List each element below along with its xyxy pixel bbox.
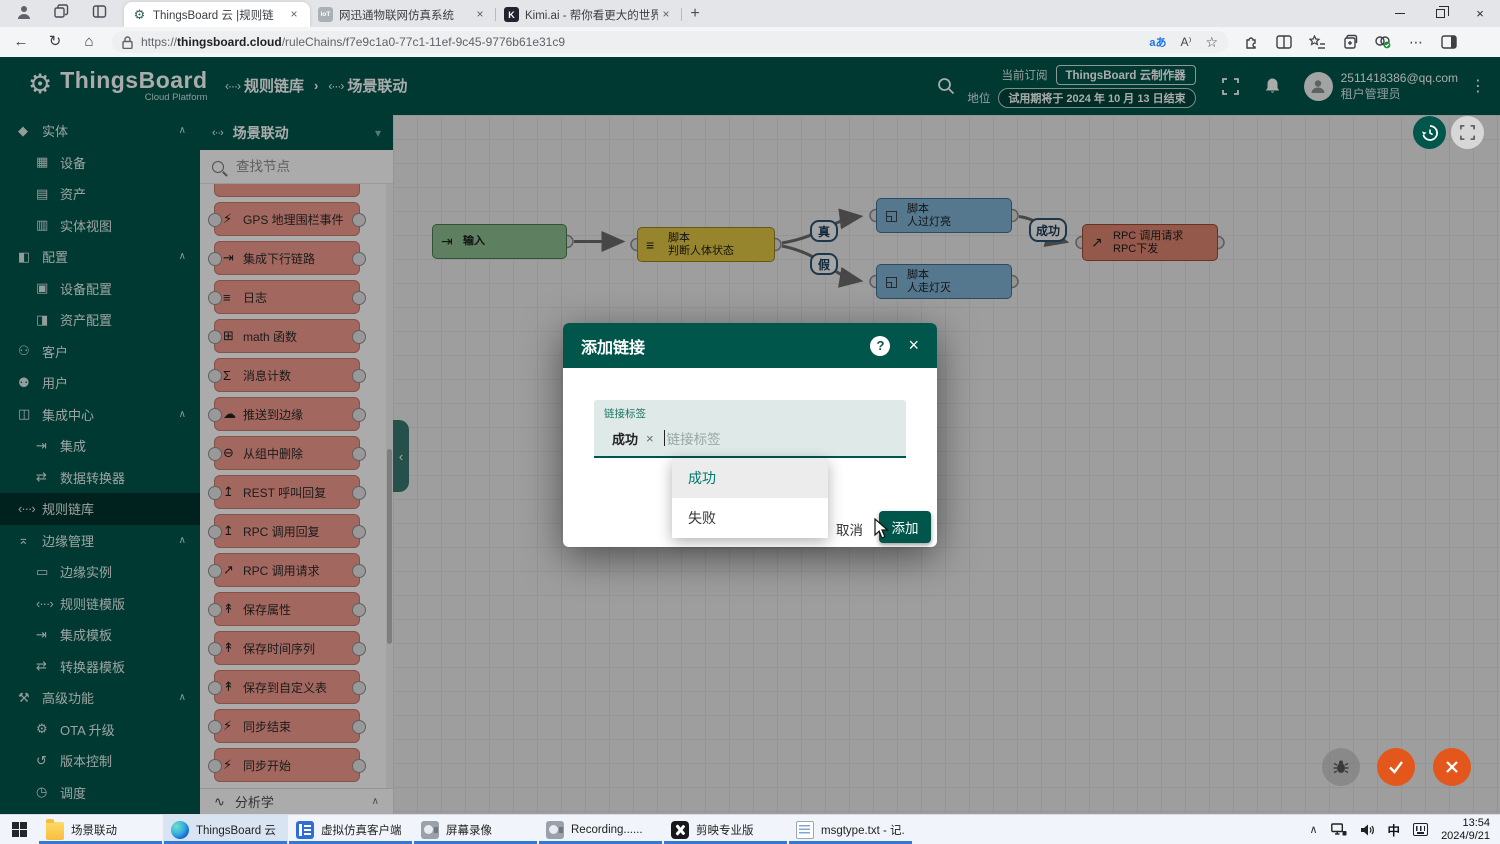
home-icon[interactable]: ⌂ xyxy=(76,29,102,55)
restore-button[interactable] xyxy=(1420,0,1460,27)
taskbar-item-label: 剪映专业版 xyxy=(696,822,754,838)
browser-tab[interactable]: K Kimi.ai - 帮你看更大的世界 × xyxy=(496,2,682,27)
dialog-header: 添加链接 ? × xyxy=(563,323,937,368)
canvas-fullscreen-button[interactable] xyxy=(1451,116,1484,149)
network-icon[interactable] xyxy=(1331,823,1347,837)
browser-nav-bar: ← ↻ ⌂ https://thingsboard.cloud/ruleChai… xyxy=(0,27,1500,57)
favorites-bar-icon[interactable] xyxy=(1308,33,1326,51)
field-placeholder: 链接标签 xyxy=(667,428,721,448)
new-tab-button[interactable]: + xyxy=(682,1,708,27)
tab-favicon: IoT xyxy=(318,7,333,22)
tab-title: Kimi.ai - 帮你看更大的世界 xyxy=(525,7,658,23)
taskbar-item[interactable]: Recording...... xyxy=(538,815,663,844)
field-label: 链接标签 xyxy=(604,406,646,421)
split-screen-icon[interactable] xyxy=(1275,33,1293,51)
sidebar-toggle-icon[interactable] xyxy=(1440,33,1458,51)
translate-icon[interactable]: aあ xyxy=(1149,34,1166,50)
taskbar-item-label: msgtype.txt - 记... xyxy=(821,822,905,838)
taskbar-item-label: 场景联动 xyxy=(71,822,117,838)
link-label-chip[interactable]: 成功 xyxy=(612,429,638,448)
tab-close-icon[interactable]: × xyxy=(472,7,488,23)
mouse-cursor xyxy=(874,518,890,540)
profile-icon[interactable] xyxy=(16,4,34,22)
tab-favicon: K xyxy=(504,7,519,22)
tab-close-icon[interactable]: × xyxy=(658,7,674,23)
help-icon[interactable]: ? xyxy=(870,336,890,356)
taskbar-item-label: ThingsBoard 云 |... xyxy=(196,822,280,838)
browser-toolbar-icons: ⋯ xyxy=(1242,33,1458,51)
taskbar-app-icon xyxy=(671,821,689,839)
back-icon[interactable]: ← xyxy=(8,29,34,55)
tab-close-icon[interactable]: × xyxy=(286,7,302,23)
browser-tab[interactable]: IoT 网迅通物联网仿真系统 × xyxy=(310,2,496,27)
taskbar-item[interactable]: 屏幕录像 xyxy=(413,815,538,844)
taskbar-app-icon xyxy=(796,821,814,839)
workspaces-icon[interactable] xyxy=(54,4,72,22)
tray-date: 2024/9/21 xyxy=(1441,830,1490,843)
discard-changes-button[interactable] xyxy=(1433,748,1471,786)
tray-time: 13:54 xyxy=(1441,817,1490,830)
refresh-icon[interactable]: ↻ xyxy=(42,29,68,55)
favorite-star-icon[interactable]: ☆ xyxy=(1205,34,1218,51)
browser-tab-strip: ⚙ ThingsBoard 云 |规则链 × IoT 网迅通物联网仿真系统 × … xyxy=(0,0,1500,27)
taskbar-item-label: 虚拟仿真客户端 (... xyxy=(321,822,405,838)
history-button[interactable] xyxy=(1413,116,1446,149)
volume-icon[interactable] xyxy=(1360,823,1375,837)
link-label-dropdown: 成功 失败 xyxy=(672,458,828,538)
close-window-button[interactable]: × xyxy=(1460,0,1500,27)
more-menu-icon[interactable]: ⋯ xyxy=(1407,33,1425,51)
close-icon[interactable]: × xyxy=(908,335,919,356)
apply-changes-button[interactable] xyxy=(1377,748,1415,786)
url-text: https://thingsboard.cloud/ruleChains/f7e… xyxy=(141,35,1149,49)
windows-logo-icon xyxy=(12,822,27,837)
taskbar-app-icon xyxy=(546,821,564,839)
extensions-icon[interactable] xyxy=(1242,33,1260,51)
browser-tab[interactable]: ⚙ ThingsBoard 云 |规则链 × xyxy=(124,2,310,27)
collections-icon[interactable] xyxy=(1341,33,1359,51)
dropdown-option[interactable]: 成功 xyxy=(672,458,828,498)
system-tray: ∧ 中 13:54 2024/9/21 xyxy=(1309,815,1500,844)
taskbar: 场景联动 ThingsBoard 云 |... 虚拟仿真客户端 (... 屏幕录… xyxy=(0,814,1500,844)
taskbar-item-label: Recording...... xyxy=(571,824,643,836)
window-controls: × xyxy=(1380,0,1500,27)
taskbar-app-icon xyxy=(421,821,439,839)
touch-keyboard-icon[interactable] xyxy=(1413,823,1428,836)
taskbar-item[interactable]: 虚拟仿真客户端 (... xyxy=(288,815,413,844)
dropdown-option[interactable]: 失败 xyxy=(672,498,828,538)
tabs: ⚙ ThingsBoard 云 |规则链 × IoT 网迅通物联网仿真系统 × … xyxy=(124,0,682,27)
taskbar-item-label: 屏幕录像 xyxy=(446,822,492,838)
cancel-button[interactable]: 取消 xyxy=(836,519,863,539)
link-label-field[interactable]: 链接标签 成功 × 链接标签 xyxy=(594,400,906,458)
dialog-title: 添加链接 xyxy=(581,334,870,358)
tray-clock[interactable]: 13:54 2024/9/21 xyxy=(1441,817,1490,843)
screen: { "icons": { "close": "×", "new_tab": "+… xyxy=(0,0,1500,844)
taskbar-item[interactable]: 场景联动 xyxy=(38,815,163,844)
debug-mode-button[interactable] xyxy=(1322,748,1360,786)
browser-essentials-icon[interactable] xyxy=(1374,33,1392,51)
taskbar-app-icon xyxy=(171,821,189,839)
taskbar-item[interactable]: ThingsBoard 云 |... xyxy=(163,815,288,844)
hidden-icons-chevron[interactable]: ∧ xyxy=(1309,823,1317,836)
taskbar-item[interactable]: msgtype.txt - 记... xyxy=(788,815,913,844)
tab-actions-icon[interactable] xyxy=(92,4,110,22)
taskbar-app-icon xyxy=(46,822,64,840)
add-link-dialog: 添加链接 ? × 链接标签 成功 × 链接标签 成功 失败 取消 添加 xyxy=(563,323,937,547)
text-caret xyxy=(664,430,665,446)
taskbar-item[interactable]: 剪映专业版 xyxy=(663,815,788,844)
start-button[interactable] xyxy=(0,815,38,844)
chip-remove-icon[interactable]: × xyxy=(646,431,654,446)
address-bar[interactable]: https://thingsboard.cloud/ruleChains/f7e… xyxy=(112,31,1228,53)
browser-left-icons xyxy=(0,4,124,27)
taskbar-app-icon xyxy=(296,821,314,839)
tab-title: 网迅通物联网仿真系统 xyxy=(339,7,472,23)
lock-icon xyxy=(122,36,133,49)
ime-language-indicator[interactable]: 中 xyxy=(1388,820,1401,839)
tab-favicon: ⚙ xyxy=(132,7,147,22)
tab-title: ThingsBoard 云 |规则链 xyxy=(153,7,286,23)
read-aloud-icon[interactable]: A⁾ xyxy=(1180,35,1191,49)
minimize-button[interactable] xyxy=(1380,0,1420,27)
